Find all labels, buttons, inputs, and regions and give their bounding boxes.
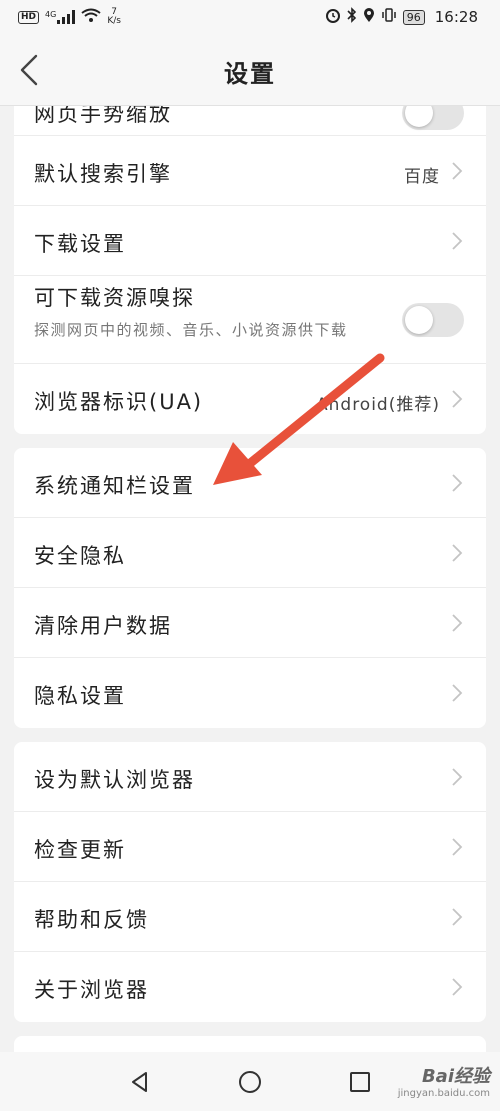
setting-label: 可下载资源嗅探 xyxy=(34,286,195,310)
vibrate-icon xyxy=(381,8,397,26)
setting-row-gesture-zoom[interactable]: 网页手势缩放 xyxy=(14,106,486,136)
network-type: 4G xyxy=(45,10,57,19)
setting-row-download-settings[interactable]: 下载设置 xyxy=(14,206,486,276)
triangle-back-icon xyxy=(132,1071,147,1092)
setting-row-help-feedback[interactable]: 帮助和反馈 xyxy=(14,882,486,952)
setting-value: 百度 xyxy=(404,167,440,187)
setting-label: 系统通知栏设置 xyxy=(34,474,195,498)
battery-icon: 96 xyxy=(402,9,425,25)
clock: 16:28 xyxy=(434,8,478,26)
network-speed: 7 K/s xyxy=(107,8,121,26)
wifi-icon xyxy=(81,8,101,26)
chevron-right-icon xyxy=(452,232,463,250)
gesture-zoom-toggle[interactable] xyxy=(402,106,464,130)
setting-value: Android(推荐) xyxy=(316,395,440,415)
setting-label: 帮助和反馈 xyxy=(34,908,149,932)
location-icon xyxy=(363,7,375,27)
chevron-right-icon xyxy=(452,684,463,702)
toggle-knob xyxy=(405,306,433,334)
watermark-url: jingyan.baidu.com xyxy=(397,1088,490,1099)
nav-recents-button[interactable] xyxy=(340,1062,380,1102)
setting-label: 下载设置 xyxy=(34,232,126,256)
bluetooth-icon xyxy=(347,7,357,27)
setting-label: 设为默认浏览器 xyxy=(34,768,195,792)
chevron-right-icon xyxy=(452,838,463,856)
chevron-right-icon xyxy=(452,768,463,786)
status-left: HD 4G 7 K/s xyxy=(18,8,121,26)
chevron-right-icon xyxy=(452,614,463,632)
signal-icon: 4G xyxy=(45,10,76,24)
next-settings-card xyxy=(14,1036,486,1052)
chevron-right-icon xyxy=(452,908,463,926)
status-right: 96 16:28 xyxy=(325,7,478,27)
setting-label: 浏览器标识(UA) xyxy=(34,390,204,414)
chevron-right-icon xyxy=(452,390,463,408)
setting-label: 安全隐私 xyxy=(34,544,126,568)
setting-label: 默认搜索引擎 xyxy=(34,162,172,186)
setting-row-resource-sniffing[interactable]: 可下载资源嗅探 探测网页中的视频、音乐、小说资源供下载 xyxy=(14,276,486,364)
browsing-settings-card: 网页手势缩放 默认搜索引擎 百度 下载设置 可下载资源嗅探 探测网页中的视频、音… xyxy=(14,106,486,434)
setting-row-privacy-settings[interactable]: 隐私设置 xyxy=(14,658,486,728)
nav-home-button[interactable] xyxy=(230,1062,270,1102)
page-title: 设置 xyxy=(224,60,276,88)
toggle-knob xyxy=(405,106,433,127)
app-header: 设置 xyxy=(0,34,500,106)
setting-label: 检查更新 xyxy=(34,838,126,862)
nav-back-button[interactable] xyxy=(120,1062,160,1102)
setting-row-about-browser[interactable]: 关于浏览器 xyxy=(14,952,486,1022)
setting-row-security-privacy[interactable]: 安全隐私 xyxy=(14,518,486,588)
watermark-brand: Bai经验 xyxy=(421,1066,490,1087)
chevron-right-icon xyxy=(452,978,463,996)
setting-row-set-default-browser[interactable]: 设为默认浏览器 xyxy=(14,742,486,812)
setting-row-notification-bar[interactable]: 系统通知栏设置 xyxy=(14,448,486,518)
about-settings-card: 设为默认浏览器 检查更新 帮助和反馈 关于浏览器 xyxy=(14,742,486,1022)
setting-label: 隐私设置 xyxy=(34,684,126,708)
resource-sniffing-toggle[interactable] xyxy=(402,303,464,337)
alarm-icon xyxy=(325,7,341,27)
setting-row-browser-ua[interactable]: 浏览器标识(UA) Android(推荐) xyxy=(14,364,486,434)
settings-list[interactable]: 网页手势缩放 默认搜索引擎 百度 下载设置 可下载资源嗅探 探测网页中的视频、音… xyxy=(0,106,500,1052)
status-bar: HD 4G 7 K/s 96 16:28 xyxy=(0,0,500,34)
setting-description: 探测网页中的视频、音乐、小说资源供下载 xyxy=(34,321,348,339)
setting-row-default-search-engine[interactable]: 默认搜索引擎 百度 xyxy=(14,136,486,206)
hd-badge: HD xyxy=(18,10,40,24)
chevron-right-icon xyxy=(452,474,463,492)
circle-home-icon xyxy=(239,1070,261,1093)
speed-unit: K/s xyxy=(107,16,121,26)
square-recents-icon xyxy=(350,1071,370,1092)
chevron-right-icon xyxy=(452,162,463,180)
setting-row-check-update[interactable]: 检查更新 xyxy=(14,812,486,882)
system-settings-card: 系统通知栏设置 安全隐私 清除用户数据 隐私设置 xyxy=(14,448,486,728)
setting-label: 关于浏览器 xyxy=(34,978,149,1002)
baidu-jingyan-watermark: Bai经验 jingyan.baidu.com xyxy=(398,1062,490,1099)
chevron-right-icon xyxy=(452,544,463,562)
setting-row-clear-user-data[interactable]: 清除用户数据 xyxy=(14,588,486,658)
setting-label: 网页手势缩放 xyxy=(34,106,172,126)
setting-label: 清除用户数据 xyxy=(34,614,172,638)
